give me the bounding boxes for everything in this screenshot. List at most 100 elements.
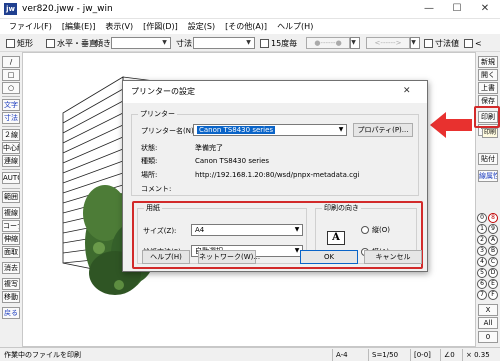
menu-other[interactable]: [その他(A)] <box>220 19 272 34</box>
menu-view[interactable]: 表示(V) <box>100 19 138 34</box>
cancel-button[interactable]: キャンセル <box>364 250 422 264</box>
portrait-label[interactable]: 縦(O) <box>372 225 390 235</box>
menu-draw[interactable]: [作図(D)] <box>138 19 183 34</box>
dim-value-checkbox[interactable]: 寸法値 <box>424 37 459 49</box>
line-attribute-button[interactable]: 線属性 <box>478 170 498 182</box>
print-button-highlight <box>474 106 500 128</box>
overwrite-button[interactable]: 上書 <box>478 82 498 94</box>
scale-indicator[interactable]: S=1/50 <box>368 349 410 361</box>
stretch-tool-button[interactable]: 伸縮 <box>2 233 20 245</box>
layer-3[interactable]: 3 <box>477 246 487 256</box>
size-combo[interactable]: ▼ <box>193 37 255 49</box>
hv-checkbox[interactable]: 水平・垂直 <box>46 37 97 49</box>
hv-checkbox-label: 水平・垂直 <box>57 38 97 48</box>
auto-mode-button[interactable]: AUTO <box>2 172 20 184</box>
rect-tool-button[interactable]: □ <box>2 69 20 81</box>
maximize-button[interactable]: ☐ <box>446 1 468 17</box>
properties-button[interactable]: プロパティ(P)... <box>353 123 413 137</box>
dot-line-button[interactable]: ●------● <box>306 37 350 49</box>
palette-divider <box>2 169 20 170</box>
window-title: ver820.jww - jw_win <box>22 4 113 14</box>
layer-0[interactable]: 0 <box>477 213 487 223</box>
help-button[interactable]: ヘルプ(H) <box>142 250 190 264</box>
undo-button[interactable]: 戻る <box>2 307 20 319</box>
move-tool-button[interactable]: 移動 <box>2 291 20 303</box>
lt-checkbox-label: < <box>475 38 482 48</box>
layer-6[interactable]: 6 <box>477 279 487 289</box>
menu-file[interactable]: ファイル(F) <box>4 19 57 34</box>
angle-label: 傾き <box>95 38 111 48</box>
layer-8[interactable]: 8 <box>488 213 498 223</box>
corner-tool-button[interactable]: コーナー <box>2 220 20 232</box>
type-value: Canon TS8430 series <box>195 157 270 165</box>
text-tool-button[interactable]: 文字 <box>2 99 20 111</box>
rect-checkbox-box[interactable] <box>6 38 15 48</box>
dot-line-combo[interactable]: ▼ <box>350 37 360 49</box>
layer-all-button[interactable]: All <box>478 317 498 329</box>
type-label: 種類: <box>141 157 158 165</box>
layer-7[interactable]: 7 <box>477 290 487 300</box>
close-button[interactable]: ✕ <box>474 1 496 17</box>
new-file-button[interactable]: 新規 <box>478 56 498 68</box>
orientation-group-label: 印刷の向き <box>322 204 361 213</box>
arrow-line-combo[interactable]: ▼ <box>410 37 420 49</box>
rect-checkbox[interactable]: 矩形 <box>6 37 33 49</box>
palette-divider <box>2 126 20 127</box>
circle-tool-button[interactable]: ○ <box>2 82 20 94</box>
arrow-line-button[interactable]: <------> <box>366 37 410 49</box>
deg15-checkbox[interactable]: 15度毎 <box>260 37 297 49</box>
chevron-down-icon: ▼ <box>162 39 167 46</box>
printer-name-select[interactable]: Canon TS8430 series ▼ <box>193 124 347 136</box>
menu-settings[interactable]: 設定(S) <box>183 19 220 34</box>
minimize-button[interactable]: — <box>418 1 440 17</box>
continuous-line-tool-button[interactable]: 連線 <box>2 155 20 167</box>
printer-group-label: プリンター <box>138 110 177 119</box>
offset-tool-button[interactable]: 複線 <box>2 207 20 219</box>
layer-group-button[interactable]: 0 <box>478 331 498 343</box>
lt-checkbox-box[interactable] <box>464 38 473 48</box>
menu-bar: ファイル(F) [編集(E)] 表示(V) [作図(D)] 設定(S) [その他… <box>0 19 500 34</box>
paper-size-select[interactable]: A4 ▼ <box>191 224 303 236</box>
layer-f[interactable]: F <box>488 290 498 300</box>
chamfer-tool-button[interactable]: 面取 <box>2 246 20 258</box>
erase-tool-button[interactable]: 消去 <box>2 262 20 274</box>
zoom-indicator[interactable]: × 0.35 <box>462 349 500 361</box>
layer-x-button[interactable]: X <box>478 304 498 316</box>
layer-indicator[interactable]: [0-0] <box>410 349 440 361</box>
dimension-tool-button[interactable]: 寸法 <box>2 112 20 124</box>
double-line-tool-button[interactable]: ２線 <box>2 129 20 141</box>
layer-9[interactable]: 9 <box>488 224 498 234</box>
layer-4[interactable]: 4 <box>477 257 487 267</box>
copy-tool-button[interactable]: 複写 <box>2 278 20 290</box>
layer-d[interactable]: D <box>488 268 498 278</box>
app-icon: jw <box>4 3 17 15</box>
center-line-tool-button[interactable]: 中心線 <box>2 142 20 154</box>
range-tool-button[interactable]: 範囲 <box>2 191 20 203</box>
layer-c[interactable]: C <box>488 257 498 267</box>
menu-help[interactable]: ヘルプ(H) <box>272 19 318 34</box>
paper-size-value: A4 <box>195 226 205 234</box>
paste-button[interactable]: 貼付 <box>478 153 498 165</box>
open-file-button[interactable]: 開く <box>478 69 498 81</box>
angle-indicator[interactable]: ∠0 <box>440 349 462 361</box>
layer-e[interactable]: E <box>488 279 498 289</box>
layer-2[interactable]: 2 <box>477 235 487 245</box>
dim-value-checkbox-box[interactable] <box>424 38 433 48</box>
chevron-down-icon: ▼ <box>351 39 356 46</box>
layer-b[interactable]: B <box>488 246 498 256</box>
lt-checkbox[interactable]: < <box>464 37 482 49</box>
ok-button[interactable]: OK <box>300 250 358 264</box>
layer-5[interactable]: 5 <box>477 268 487 278</box>
line-tool-button[interactable]: / <box>2 56 20 68</box>
dialog-close-icon[interactable]: ✕ <box>403 86 411 96</box>
deg15-checkbox-box[interactable] <box>260 38 269 48</box>
tool-options-bar: 矩形 水平・垂直 傾き ▼ 寸法 ▼ 15度毎 ●------● ▼ <----… <box>0 34 500 52</box>
network-button[interactable]: ネットワーク(W)... <box>198 250 260 264</box>
portrait-radio[interactable] <box>361 226 369 234</box>
angle-combo[interactable]: ▼ <box>111 37 171 49</box>
layer-1[interactable]: 1 <box>477 224 487 234</box>
hv-checkbox-box[interactable] <box>46 38 55 48</box>
paper-size-indicator[interactable]: A-4 <box>332 349 368 361</box>
layer-a[interactable]: A <box>488 235 498 245</box>
menu-edit[interactable]: [編集(E)] <box>57 19 101 34</box>
